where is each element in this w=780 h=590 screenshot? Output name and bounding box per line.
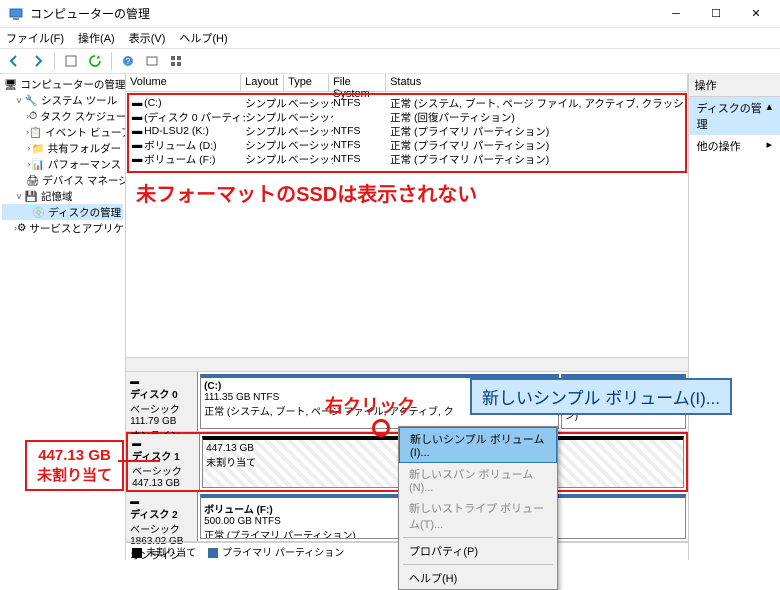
actions-diskmgmt[interactable]: ディスクの管理▴ [689, 97, 780, 135]
hscroll[interactable] [126, 357, 688, 371]
col-volume[interactable]: Volume [126, 74, 241, 91]
menu-help[interactable]: ヘルプ(H) [179, 30, 227, 46]
actions-header: 操作 [689, 74, 780, 97]
volume-header[interactable]: Volume Layout Type File System Status [126, 74, 688, 92]
help-button[interactable]: ? [118, 51, 138, 71]
actions-more[interactable]: 他の操作▸ [689, 135, 780, 157]
annotation-unformatted: 未フォーマットのSSDは表示されない [126, 174, 688, 211]
disk-0-header[interactable]: ▬ ディスク 0 ベーシック 111.79 GB オンライン [126, 372, 198, 431]
tree-diskmgmt[interactable]: 💿ディスクの管理 [2, 204, 123, 220]
disk-2-header[interactable]: ▬ ディスク 2 ベーシック 1863.02 GB オンライン [126, 492, 198, 541]
menu-view[interactable]: 表示(V) [129, 30, 166, 46]
tool-button-1[interactable] [61, 51, 81, 71]
chevron-up-icon: ▴ [766, 100, 772, 132]
tree-root[interactable]: 🖥コンピューターの管理 (ローカル) [2, 76, 123, 92]
tree-systools[interactable]: v🔧システム ツール [2, 92, 123, 108]
actions-pane: 操作 ディスクの管理▴ 他の操作▸ [688, 74, 780, 560]
menu-file[interactable]: ファイル(F) [6, 30, 64, 46]
chevron-right-icon: ▸ [766, 138, 772, 154]
forward-button[interactable] [28, 51, 48, 71]
tree-task[interactable]: ›⏱タスク スケジューラ [2, 108, 123, 124]
tree-shared[interactable]: ›📁共有フォルダー [2, 140, 123, 156]
ctx-properties[interactable]: プロパティ(P) [399, 540, 557, 562]
vol-row: ▬ボリューム (D:)シンプルベーシックNTFS正常 (プライマリ パーティショ… [130, 138, 684, 152]
legend-unalloc: 未割り当て [132, 544, 196, 559]
callout-new-simple: 新しいシンプル ボリューム(I)... [470, 378, 732, 415]
annotation-click-target [372, 419, 390, 437]
context-menu: 新しいシンプル ボリューム(I)... 新しいスパン ボリューム(N)... 新… [398, 426, 558, 590]
tool-button-2[interactable] [142, 51, 162, 71]
col-status[interactable]: Status [386, 74, 688, 91]
tree-services[interactable]: ›⚙サービスとアプリケーション [2, 220, 123, 236]
window-title: コンピューターの管理 [30, 5, 656, 22]
disk-1-header[interactable]: ▬ ディスク 1 ベーシック 447.13 GB オンライン [128, 434, 200, 490]
ctx-new-stripe-volume: 新しいストライプ ボリューム(T)... [399, 497, 557, 535]
back-button[interactable] [4, 51, 24, 71]
tree-storage[interactable]: v💾記憶域 [2, 188, 123, 204]
menu-action[interactable]: 操作(A) [78, 30, 115, 46]
tree-perf[interactable]: ›📊パフォーマンス [2, 156, 123, 172]
menubar: ファイル(F) 操作(A) 表示(V) ヘルプ(H) [0, 28, 780, 48]
tree-devmgr[interactable]: 🖨デバイス マネージャー [2, 172, 123, 188]
refresh-button[interactable] [85, 51, 105, 71]
callout-unallocated: 447.13 GB 未割り当て [25, 440, 124, 491]
col-type[interactable]: Type [284, 74, 329, 91]
close-button[interactable]: ✕ [736, 0, 776, 28]
col-layout[interactable]: Layout [241, 74, 284, 91]
svg-text:?: ? [126, 57, 131, 66]
ctx-help[interactable]: ヘルプ(H) [399, 567, 557, 589]
legend-primary: プライマリ パーティション [208, 544, 344, 559]
app-icon [8, 6, 24, 22]
tree-event[interactable]: ›📋イベント ビューアー [2, 124, 123, 140]
vol-row: ▬(ディスク 0 パーティション 2)シンプルベーシック正常 (回復パーティショ… [130, 110, 684, 124]
vol-row: ▬HD-LSU2 (K:)シンプルベーシックNTFS正常 (プライマリ パーティ… [130, 124, 684, 138]
annotation-rightclick: 右クリック [325, 392, 415, 418]
vol-row: ▬ボリューム (F:)シンプルベーシックNTFS正常 (プライマリ パーティショ… [130, 152, 684, 166]
col-fs[interactable]: File System [329, 74, 386, 91]
annotation-line [118, 460, 160, 462]
volume-list[interactable]: ▬(C:)シンプルベーシックNTFS正常 (システム, ブート, ページ ファイ… [127, 93, 687, 173]
vol-row: ▬(C:)シンプルベーシックNTFS正常 (システム, ブート, ページ ファイ… [130, 96, 684, 110]
ctx-new-span-volume: 新しいスパン ボリューム(N)... [399, 463, 557, 497]
toolbar: ? [0, 48, 780, 74]
minimize-button[interactable]: ─ [656, 0, 696, 28]
tool-button-3[interactable] [166, 51, 186, 71]
ctx-new-simple-volume[interactable]: 新しいシンプル ボリューム(I)... [399, 427, 557, 463]
titlebar: コンピューターの管理 ─ ☐ ✕ [0, 0, 780, 28]
maximize-button[interactable]: ☐ [696, 0, 736, 28]
